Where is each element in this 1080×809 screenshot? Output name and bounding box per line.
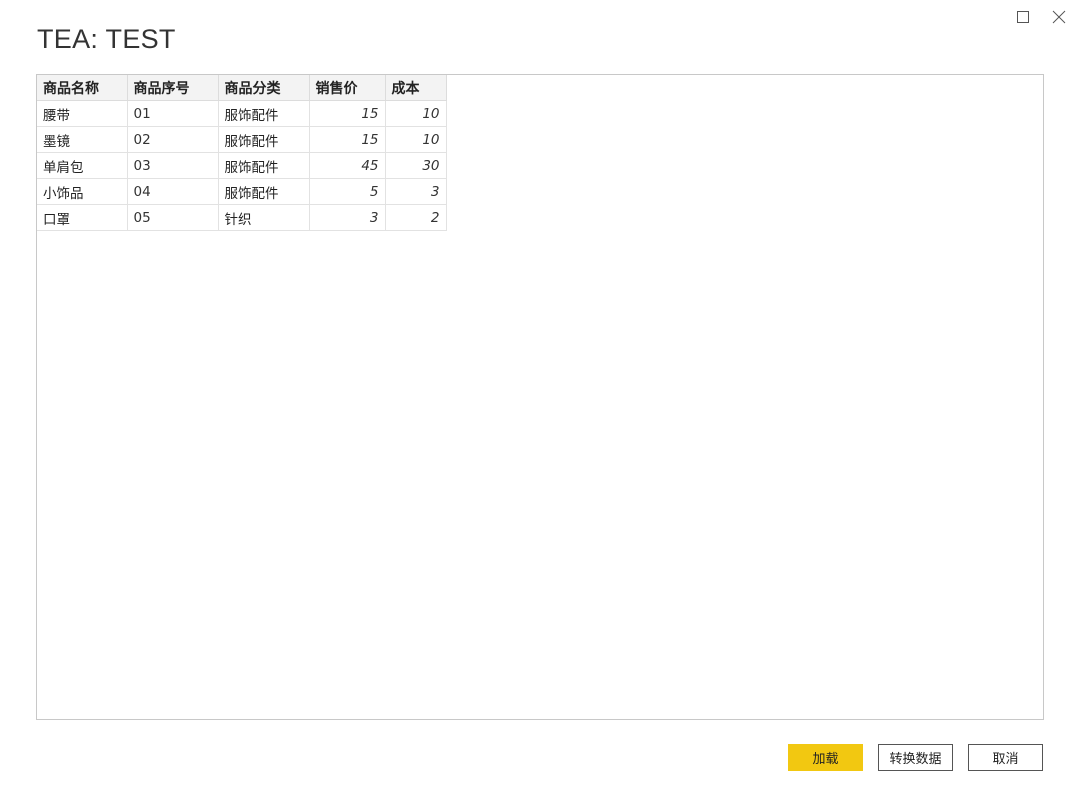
table-cell: 服饰配件 xyxy=(218,126,310,153)
table-cell: 腰带 xyxy=(37,100,128,127)
dialog-footer: 加载 转换数据 取消 xyxy=(788,744,1043,771)
data-preview-panel: 商品名称 商品序号 商品分类 销售价 成本 腰带 01 服饰配件 15 10 墨… xyxy=(36,74,1044,720)
table-cell: 服饰配件 xyxy=(218,100,310,127)
table-cell: 10 xyxy=(385,126,447,153)
close-button[interactable] xyxy=(1048,6,1070,28)
table-cell: 服饰配件 xyxy=(218,178,310,205)
data-preview-table: 商品名称 商品序号 商品分类 销售价 成本 腰带 01 服饰配件 15 10 墨… xyxy=(37,75,447,231)
table-cell: 02 xyxy=(127,126,219,153)
window-controls xyxy=(1012,6,1070,28)
table-header-row: 商品名称 商品序号 商品分类 销售价 成本 xyxy=(37,75,447,101)
table-cell: 3 xyxy=(309,204,386,231)
table-cell: 04 xyxy=(127,178,219,205)
table-cell: 45 xyxy=(309,152,386,179)
navigator-dialog: TEA: TEST 商品名称 商品序号 商品分类 销售价 成本 腰带 01 服饰… xyxy=(0,0,1080,809)
close-icon xyxy=(1052,10,1066,24)
column-header[interactable]: 商品名称 xyxy=(37,75,128,101)
load-button[interactable]: 加载 xyxy=(788,744,863,771)
table-row: 腰带 01 服饰配件 15 10 xyxy=(37,100,447,127)
table-cell: 30 xyxy=(385,152,447,179)
column-header[interactable]: 成本 xyxy=(385,75,447,101)
table-cell: 15 xyxy=(309,100,386,127)
table-cell: 针织 xyxy=(218,204,310,231)
dialog-title: TEA: TEST xyxy=(37,24,176,54)
column-header[interactable]: 商品序号 xyxy=(127,75,219,101)
table-row: 小饰品 04 服饰配件 5 3 xyxy=(37,178,447,205)
transform-data-button[interactable]: 转换数据 xyxy=(878,744,953,771)
table-cell: 服饰配件 xyxy=(218,152,310,179)
table-cell: 03 xyxy=(127,152,219,179)
table-cell: 10 xyxy=(385,100,447,127)
table-cell: 01 xyxy=(127,100,219,127)
table-cell: 口罩 xyxy=(37,204,128,231)
table-row: 口罩 05 针织 3 2 xyxy=(37,204,447,231)
table-cell: 单肩包 xyxy=(37,152,128,179)
table-cell: 3 xyxy=(385,178,447,205)
table-cell: 5 xyxy=(309,178,386,205)
table-cell: 05 xyxy=(127,204,219,231)
cancel-button[interactable]: 取消 xyxy=(968,744,1043,771)
table-cell: 2 xyxy=(385,204,447,231)
maximize-icon xyxy=(1017,11,1029,23)
maximize-button[interactable] xyxy=(1012,6,1034,28)
table-row: 墨镜 02 服饰配件 15 10 xyxy=(37,126,447,153)
column-header[interactable]: 销售价 xyxy=(309,75,386,101)
table-cell: 小饰品 xyxy=(37,178,128,205)
column-header[interactable]: 商品分类 xyxy=(218,75,310,101)
table-cell: 15 xyxy=(309,126,386,153)
table-row: 单肩包 03 服饰配件 45 30 xyxy=(37,152,447,179)
table-cell: 墨镜 xyxy=(37,126,128,153)
